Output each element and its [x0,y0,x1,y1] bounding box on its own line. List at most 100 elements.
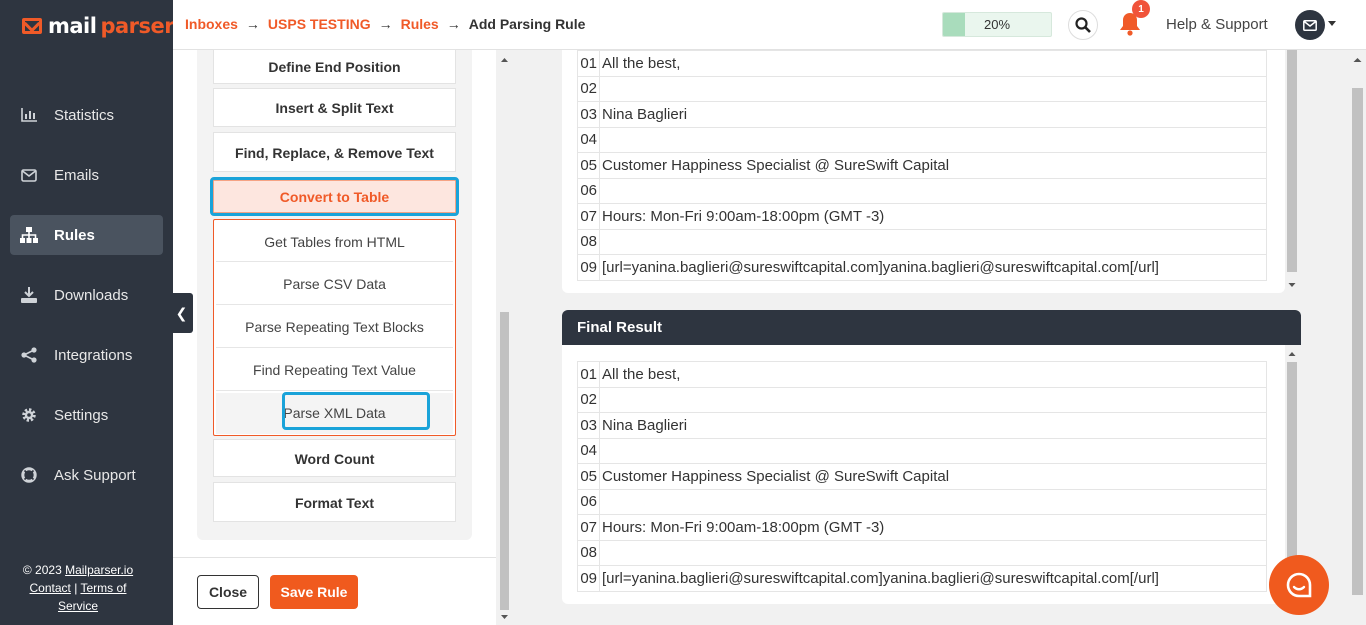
table-row: 02 [577,75,1267,102]
option-define-end-position[interactable]: Define End Position [213,49,456,84]
envelope-icon [20,166,38,184]
final-result-card: 01 All the best, 02 03 Nina Baglieri 04 05… [562,345,1285,604]
chevron-left-icon: ❮ [175,304,188,321]
step-result-scrollbar[interactable] [1285,50,1299,293]
sidebar-footer: © 2023 Mailparser.io Contact | Terms of … [22,563,134,613]
table-row: 09 [url=yanina.baglieri@sureswiftcapital.… [577,565,1267,592]
option-insert-split-text[interactable]: Insert & Split Text [213,88,456,127]
sidebar-item-label: Rules [54,226,95,244]
rule-options-panel: Define End Position Insert & Split Text … [173,49,496,625]
table-row: 06 [577,488,1267,515]
table-row: 03 Nina Baglieri [577,412,1267,439]
highlight-parse-xml [282,392,430,430]
scroll-down-icon [501,615,508,619]
mailparser-logo[interactable]: mail parser [22,14,175,38]
sidebar-item-ask-support[interactable]: Ask Support [10,455,163,495]
sidebar-item-label: Emails [54,166,100,184]
scroll-up-icon [1353,58,1362,62]
sidebar-item-label: Integrations [54,346,133,364]
sidebar-item-integrations[interactable]: Integrations [10,335,163,375]
table-row: 08 [577,228,1267,255]
table-row: 03 Nina Baglieri [577,101,1267,128]
scroll-down-icon [1288,283,1296,287]
options-list: Define End Position Insert & Split Text … [197,49,472,540]
submenu-find-repeating-value[interactable]: Find Repeating Text Value [216,350,453,391]
download-icon [20,286,38,304]
sidebar-item-statistics[interactable]: Statistics [10,95,163,135]
final-result-header: Final Result [562,310,1301,345]
lifebuoy-icon [20,466,38,484]
table-row: 04 [577,437,1267,464]
sidebar-item-downloads[interactable]: Downloads [10,275,163,315]
step-result-card: 01 All the best, 02 03 Nina Baglieri 04 05… [562,50,1285,293]
search-icon [1075,17,1091,33]
step-result-table: 01 All the best, 02 03 Nina Baglieri 04 05… [577,50,1267,281]
breadcrumb-inboxes[interactable]: Inboxes [185,16,238,32]
sitemap-icon [20,226,38,244]
contact-link[interactable]: Contact [30,581,71,595]
arrow-right-icon: → [245,16,260,32]
submenu-parse-csv[interactable]: Parse CSV Data [216,264,453,305]
sidebar-item-label: Ask Support [54,466,136,484]
breadcrumb-rules[interactable]: Rules [401,16,439,32]
envelope-icon [1303,19,1317,31]
account-avatar[interactable] [1295,10,1325,40]
breadcrumb: Inboxes → USPS TESTING → Rules → Add Par… [185,16,585,32]
close-button[interactable]: Close [197,575,259,609]
table-row: 06 [577,177,1267,204]
highlight-convert-to-table [210,177,459,216]
table-row: 05 Customer Happiness Specialist @ SureSw… [577,152,1267,179]
chevron-down-icon[interactable] [1328,21,1336,26]
breadcrumb-inbox[interactable]: USPS TESTING [268,16,371,32]
table-row: 07 Hours: Mon-Fri 9:00am-18:00pm (GMT -3) [577,203,1267,230]
sidebar-item-rules[interactable]: Rules [10,215,163,255]
submenu-parse-repeating-blocks[interactable]: Parse Repeating Text Blocks [216,307,453,348]
submenu-get-tables-html[interactable]: Get Tables from HTML [216,222,453,262]
table-row: 01 All the best, [577,361,1267,388]
scroll-up-icon [501,58,508,62]
table-row: 01 All the best, [577,50,1267,77]
option-find-replace-remove[interactable]: Find, Replace, & Remove Text [213,132,456,172]
sidebar: mail parser Statistics Emails Rules Downl… [0,0,175,625]
page-scrollbar[interactable] [1349,50,1366,625]
final-result-table: 01 All the best, 02 03 Nina Baglieri 04 05… [577,361,1267,592]
table-row: 08 [577,539,1267,566]
table-row: 07 Hours: Mon-Fri 9:00am-18:00pm (GMT -3) [577,514,1267,541]
sidebar-item-label: Settings [54,406,109,424]
chat-icon [1286,572,1312,598]
collapse-sidebar-button[interactable]: ❮ [170,293,193,333]
option-word-count[interactable]: Word Count [213,439,456,477]
scroll-up-icon [1288,352,1296,356]
help-support-link[interactable]: Help & Support [1166,16,1268,33]
sidebar-item-settings[interactable]: Settings [10,395,163,435]
table-row: 05 Customer Happiness Specialist @ SureSw… [577,463,1267,490]
scrollbar-thumb[interactable] [1352,88,1363,595]
left-panel-scrollbar[interactable] [498,50,511,625]
table-row: 09 [url=yanina.baglieri@sureswiftcapital.… [577,254,1267,281]
sidebar-item-label: Downloads [54,286,129,304]
sidebar-nav: Statistics Emails Rules Downloads Integr… [10,95,163,515]
sidebar-item-emails[interactable]: Emails [10,155,163,195]
table-row: 02 [577,386,1267,413]
topbar: Inboxes → USPS TESTING → Rules → Add Par… [173,0,1366,50]
option-format-text[interactable]: Format Text [213,482,456,522]
company-link[interactable]: Mailparser.io [65,563,133,577]
scrollbar-thumb[interactable] [500,312,509,610]
arrow-right-icon: → [378,16,393,32]
gear-icon [20,406,38,424]
share-icon [20,346,38,364]
panel-footer: Close Save Rule [173,557,496,625]
table-row: 04 [577,126,1267,153]
arrow-right-icon: → [446,16,461,32]
sidebar-item-label: Statistics [54,106,115,124]
scrollbar-thumb[interactable] [1287,50,1297,272]
notification-count-badge: 1 [1132,0,1150,18]
breadcrumb-current: Add Parsing Rule [468,16,586,32]
progress-label: 20% [983,17,1011,32]
support-chat-button[interactable] [1269,555,1329,615]
envelope-logo-icon [22,18,42,34]
save-rule-button[interactable]: Save Rule [270,575,358,609]
setup-progress-bar[interactable]: 20% [942,12,1052,37]
search-button[interactable] [1068,10,1098,40]
chart-icon [20,106,38,124]
